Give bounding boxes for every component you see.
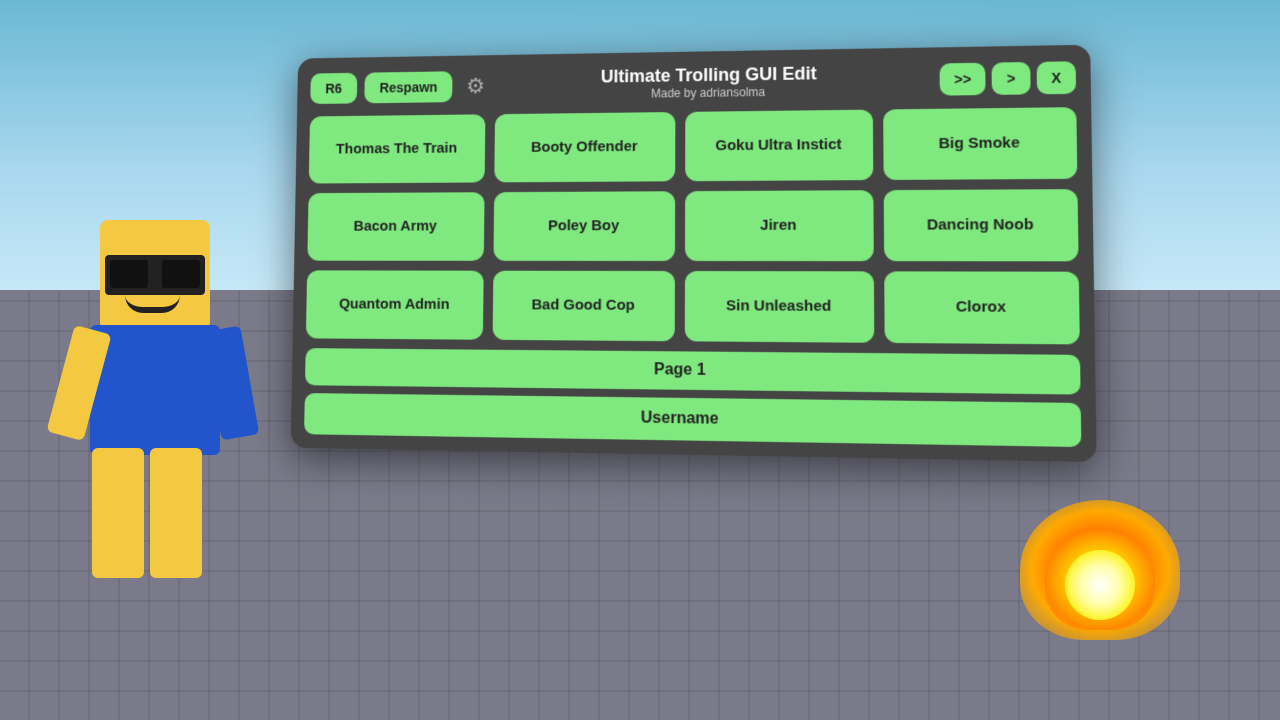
troll-btn-dancing-noob[interactable]: Dancing Noob xyxy=(883,189,1078,261)
respawn-button[interactable]: Respawn xyxy=(364,71,453,103)
troll-btn-goku-ultra-instict[interactable]: Goku Ultra Instict xyxy=(685,110,873,182)
r6-button[interactable]: R6 xyxy=(310,72,357,103)
nav-single-button[interactable]: > xyxy=(992,61,1030,94)
troll-btn-clorox[interactable]: Clorox xyxy=(884,271,1080,344)
nav-double-button[interactable]: >> xyxy=(940,62,986,95)
gui-panel: R6 Respawn ⚙ Ultimate Trolling GUI Edit … xyxy=(291,45,1097,462)
troll-btn-thomas-the-train[interactable]: Thomas The Train xyxy=(309,114,485,183)
close-button[interactable]: X xyxy=(1036,61,1076,94)
character-leg-left xyxy=(92,448,144,578)
troll-btn-quantom-admin[interactable]: Quantom Admin xyxy=(306,270,483,339)
character-glasses xyxy=(105,255,205,295)
character-torso xyxy=(90,325,220,455)
header-left: R6 Respawn ⚙ xyxy=(310,70,485,103)
troll-btn-poley-boy[interactable]: Poley Boy xyxy=(493,191,675,261)
troll-btn-bad-good-cop[interactable]: Bad Good Cop xyxy=(492,271,675,342)
troll-button-grid: Thomas The Train Booty Offender Goku Ult… xyxy=(306,107,1080,344)
troll-btn-big-smoke[interactable]: Big Smoke xyxy=(883,107,1078,180)
fire-effect xyxy=(1000,440,1200,640)
fire-core xyxy=(1065,550,1135,620)
character-leg-right xyxy=(150,448,202,578)
character-head xyxy=(100,220,210,330)
troll-btn-sin-unleashed[interactable]: Sin Unleashed xyxy=(685,271,874,343)
troll-btn-booty-offender[interactable]: Booty Offender xyxy=(494,112,676,182)
roblox-character xyxy=(60,220,260,600)
troll-btn-bacon-army[interactable]: Bacon Army xyxy=(307,192,484,261)
username-bar[interactable]: Username xyxy=(304,393,1081,447)
troll-btn-jiren[interactable]: Jiren xyxy=(685,190,873,261)
gui-header: R6 Respawn ⚙ Ultimate Trolling GUI Edit … xyxy=(310,59,1076,105)
header-title: Ultimate Trolling GUI Edit Made by adria… xyxy=(485,61,940,102)
character-smile xyxy=(125,295,180,313)
page-bar[interactable]: Page 1 xyxy=(305,348,1081,394)
gear-icon[interactable]: ⚙ xyxy=(466,73,485,98)
header-right: >> > X xyxy=(940,61,1076,95)
